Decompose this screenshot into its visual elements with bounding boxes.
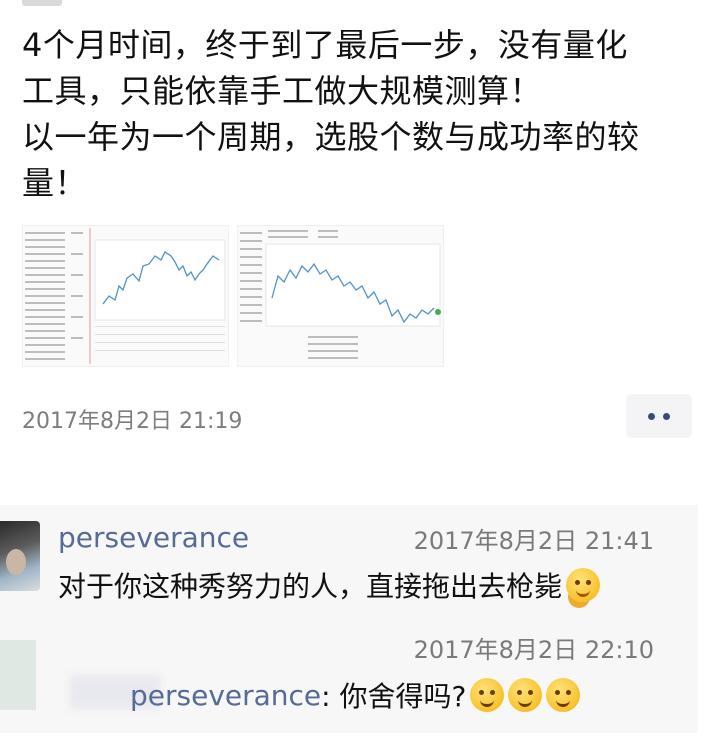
smile-emoji-icon — [546, 678, 581, 712]
comment-content: 对于你这种秀努力的人，直接拖出去枪毙 — [58, 570, 563, 603]
avatar[interactable] — [0, 521, 40, 591]
more-dots-icon — [663, 412, 670, 420]
more-options-button[interactable] — [626, 394, 692, 438]
comment-time: 2017年8月2日 21:41 — [413, 527, 654, 555]
post-body: 4个月时间，终于到了最后一步，没有量化 工具，只能依靠手工做大规模测算！ 以一年… — [22, 22, 702, 206]
comment-text[interactable]: perseverance : 你舍得吗? — [130, 675, 581, 715]
cropped-header — [22, 0, 62, 6]
comment-section: perseverance 2017年8月2日 21:41 对于你这种秀努力的人，… — [0, 505, 698, 733]
spreadsheet-chart-image — [240, 230, 441, 359]
avatar[interactable] — [0, 640, 36, 710]
smile-emoji-icon — [470, 678, 505, 712]
hug-emoji-icon — [566, 568, 601, 602]
post-image-1[interactable] — [22, 225, 229, 367]
smile-emoji-icon — [508, 678, 543, 712]
post-line: 以一年为一个周期，选股个数与成功率的较 — [22, 118, 640, 156]
spreadsheet-chart-image — [25, 228, 226, 364]
post-images — [22, 225, 444, 367]
comment-content: : 你舍得吗? — [321, 680, 467, 713]
comment-text[interactable]: 对于你这种秀努力的人，直接拖出去枪毙 — [58, 565, 601, 605]
post-line: 工具，只能依靠手工做大规模测算！ — [22, 72, 543, 110]
post-timestamp: 2017年8月2日 21:19 — [22, 409, 243, 434]
comment-time: 2017年8月2日 22:10 — [413, 636, 654, 664]
reply-to-name[interactable]: perseverance — [130, 679, 321, 712]
post-line: 量！ — [22, 164, 88, 202]
post-line: 4个月时间，终于到了最后一步，没有量化 — [22, 26, 628, 64]
more-dots-icon — [648, 412, 655, 420]
post-image-2[interactable] — [237, 225, 444, 367]
comment-author[interactable]: perseverance — [58, 521, 249, 554]
